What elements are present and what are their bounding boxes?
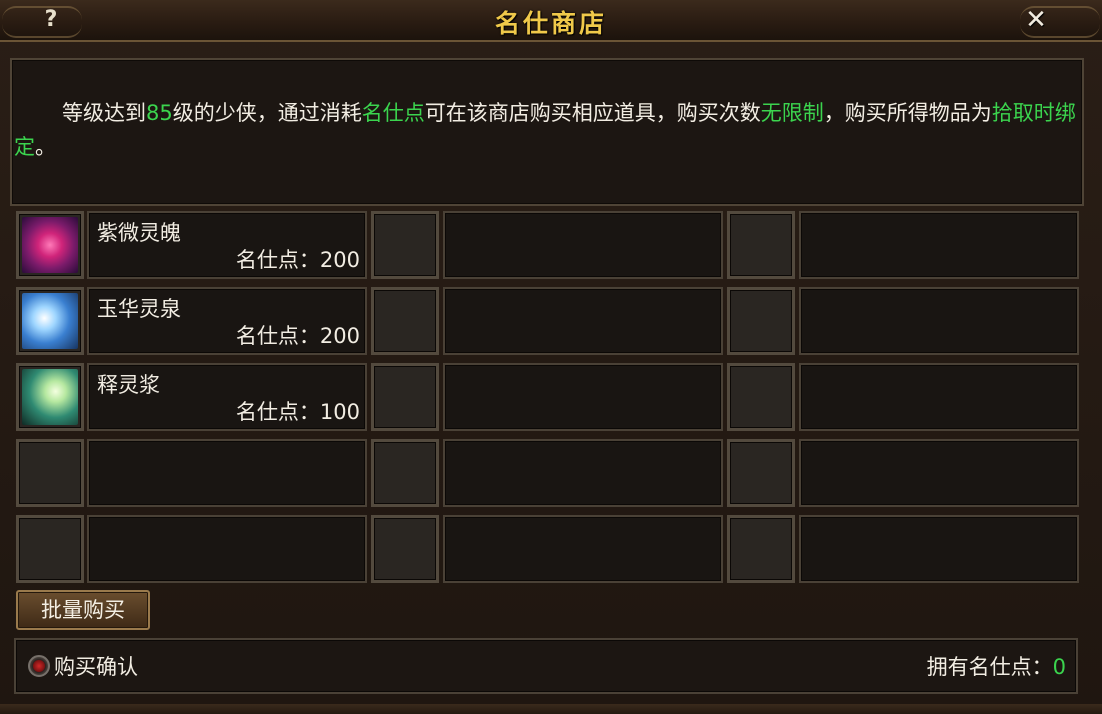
desc-part: ，购买所得物品为 <box>823 101 992 125</box>
item-slot[interactable] <box>727 439 795 507</box>
desc-currency: 名仕点 <box>361 101 425 125</box>
title-bar: ? 名仕商店 ✕ <box>0 0 1102 42</box>
item-price: 名仕点：100 <box>235 400 360 424</box>
item-name: 释灵浆 <box>97 373 160 397</box>
item-info-cell[interactable] <box>443 211 723 279</box>
item-slot[interactable] <box>16 439 84 507</box>
window-title: 名仕商店 <box>494 9 607 38</box>
shop-window: ? 名仕商店 ✕ 等级达到85级的少侠，通过消耗名仕点可在该商店购买相应道具，购… <box>0 0 1102 714</box>
item-slot[interactable] <box>371 439 439 507</box>
desc-limit: 无限制 <box>760 101 824 125</box>
item-name: 紫微灵魄 <box>97 221 181 245</box>
description-text: 等级达到85级的少侠，通过消耗名仕点可在该商店购买相应道具，购买次数无限制，购买… <box>14 96 1080 164</box>
item-info-cell[interactable] <box>443 515 723 583</box>
footer-bar: 购买确认 拥有名仕点：0 <box>14 638 1078 694</box>
points-value: 0 <box>1052 655 1066 679</box>
points-display: 拥有名仕点：0 <box>927 651 1066 681</box>
desc-part: 。 <box>35 135 56 159</box>
item-info-cell[interactable] <box>443 439 723 507</box>
desc-part: 可在该商店购买相应道具，购买次数 <box>424 101 761 125</box>
desc-part: 等级达到 <box>62 101 146 125</box>
confirm-label[interactable]: 购买确认 <box>54 651 138 681</box>
potion-icon <box>22 369 78 425</box>
item-info-cell[interactable] <box>799 515 1079 583</box>
item-slot[interactable] <box>16 515 84 583</box>
desc-level: 85 <box>146 101 173 125</box>
item-slot[interactable] <box>371 515 439 583</box>
bulk-buy-button[interactable]: 批量购买 <box>16 590 150 630</box>
spring-icon <box>22 293 78 349</box>
item-slot[interactable] <box>16 287 84 355</box>
confirm-radio[interactable] <box>28 655 50 677</box>
item-slot[interactable] <box>371 211 439 279</box>
item-slot[interactable] <box>727 287 795 355</box>
window-bottom-edge <box>0 704 1102 714</box>
item-name: 玉华灵泉 <box>97 297 181 321</box>
item-info-cell[interactable] <box>443 287 723 355</box>
close-icon[interactable]: ✕ <box>1020 6 1052 34</box>
item-info-cell[interactable] <box>799 287 1079 355</box>
item-info-cell[interactable] <box>87 439 367 507</box>
description-panel: 等级达到85级的少侠，通过消耗名仕点可在该商店购买相应道具，购买次数无限制，购买… <box>10 58 1084 206</box>
item-info-cell[interactable] <box>87 515 367 583</box>
item-price: 名仕点：200 <box>235 324 360 348</box>
desc-part: 级的少侠，通过消耗 <box>172 101 362 125</box>
item-info-cell[interactable] <box>799 439 1079 507</box>
item-info-cell[interactable]: 释灵浆 名仕点：100 <box>87 363 367 431</box>
item-slot[interactable] <box>371 287 439 355</box>
item-slot[interactable] <box>727 211 795 279</box>
item-slot[interactable] <box>371 363 439 431</box>
item-info-cell[interactable]: 紫微灵魄 名仕点：200 <box>87 211 367 279</box>
points-label: 拥有名仕点： <box>926 655 1053 679</box>
item-slot[interactable] <box>727 363 795 431</box>
item-info-cell[interactable]: 玉华灵泉 名仕点：200 <box>87 287 367 355</box>
item-slot[interactable] <box>16 211 84 279</box>
item-price: 名仕点：200 <box>235 248 360 272</box>
item-info-cell[interactable] <box>799 363 1079 431</box>
item-slot[interactable] <box>727 515 795 583</box>
item-info-cell[interactable] <box>799 211 1079 279</box>
item-info-cell[interactable] <box>443 363 723 431</box>
item-slot[interactable] <box>16 363 84 431</box>
heart-gem-icon <box>22 217 78 273</box>
